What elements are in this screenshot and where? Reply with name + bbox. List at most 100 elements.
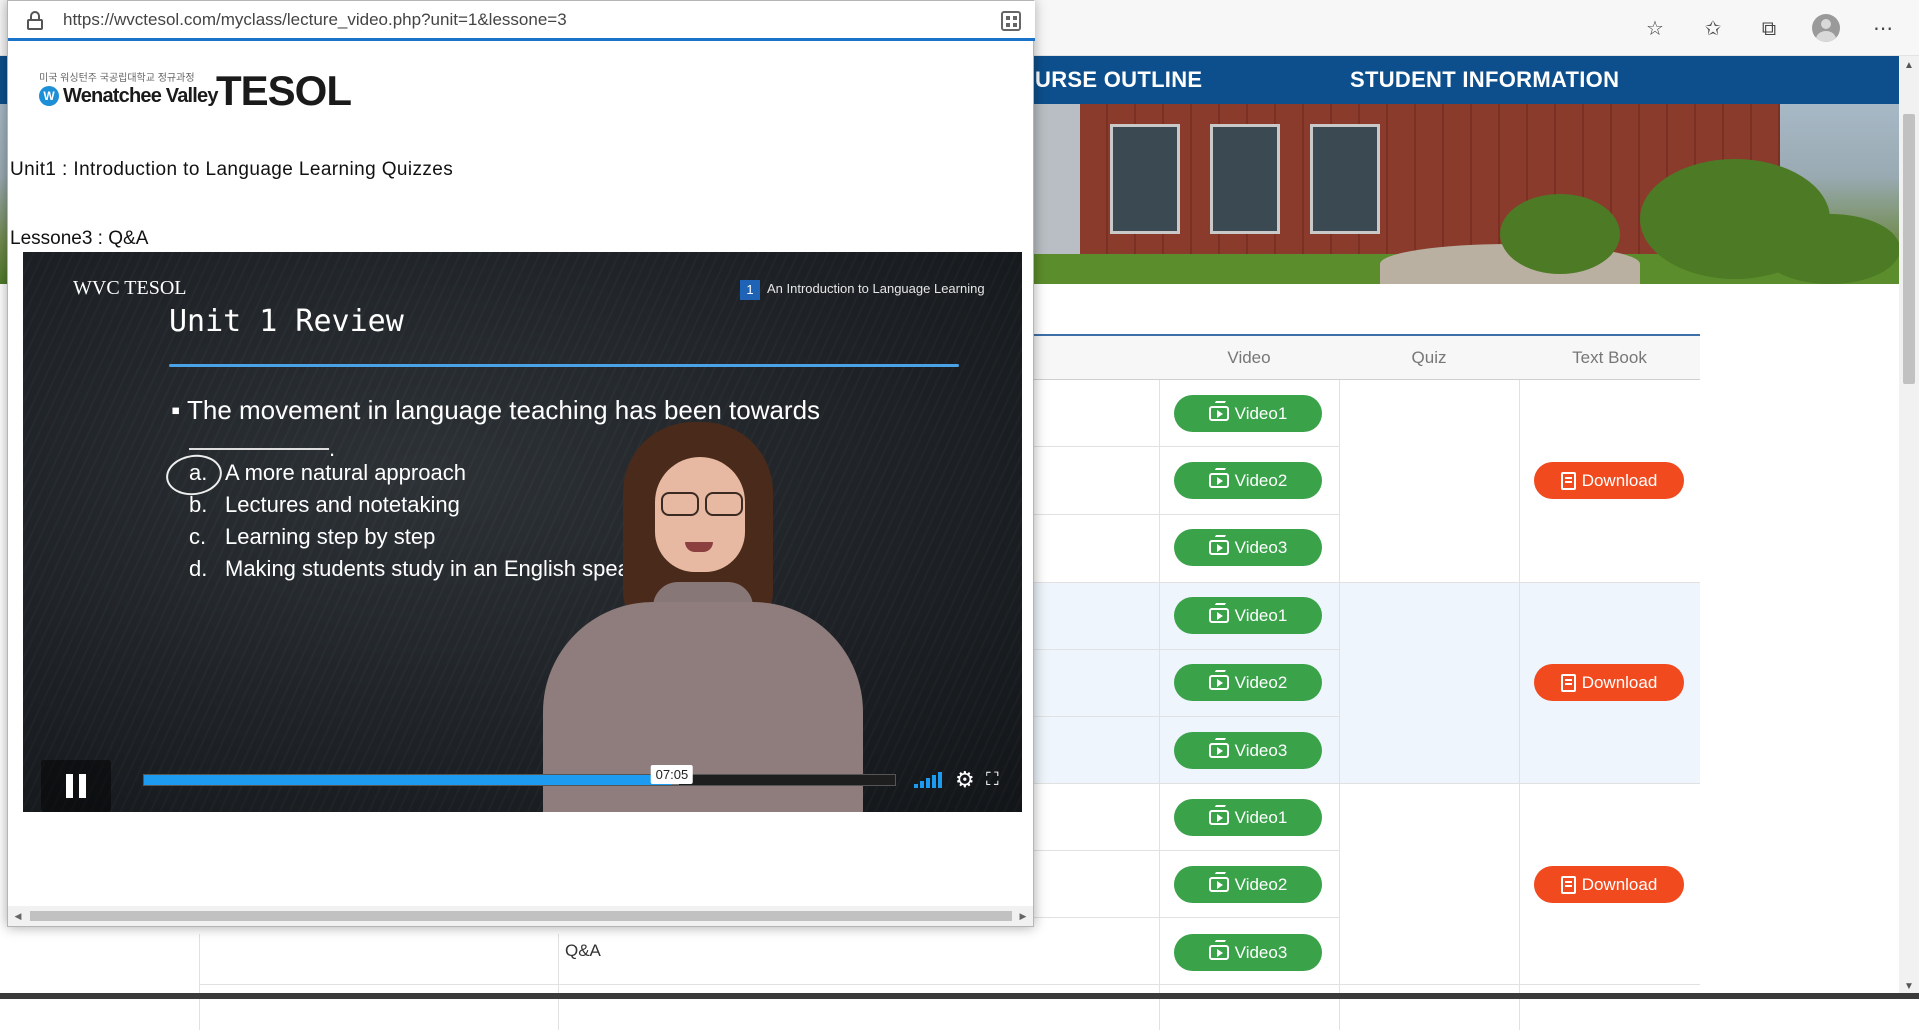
option-text: Lectures and notetaking bbox=[225, 492, 460, 517]
scroll-up-icon[interactable]: ▲ bbox=[1899, 56, 1919, 76]
favorites-icon[interactable]: ✩ bbox=[1698, 13, 1728, 43]
header-video: Video bbox=[1159, 336, 1339, 380]
option-letter: d. bbox=[189, 556, 208, 581]
header-quiz: Quiz bbox=[1339, 336, 1519, 380]
tv-play-icon bbox=[1208, 473, 1229, 488]
banner-bush bbox=[1500, 194, 1620, 274]
tv-play-icon bbox=[1208, 945, 1229, 960]
document-download-icon bbox=[1560, 471, 1576, 490]
lesson-qa-label: Q&A bbox=[565, 941, 601, 960]
scroll-left-icon[interactable]: ◀ bbox=[10, 906, 26, 926]
nav-course-outline[interactable]: URSE OUTLINE bbox=[1035, 56, 1202, 104]
site-logo[interactable]: 미국 워싱턴주 국공립대학교 정규과정 W Wenatchee Valley T… bbox=[36, 67, 356, 119]
slide-option: c. Learning step by step bbox=[189, 524, 435, 550]
video2-button[interactable]: Video2 bbox=[1174, 462, 1322, 499]
player-controls: 07:05 ⚙ ⛶ bbox=[33, 750, 1022, 812]
button-label: Video3 bbox=[1234, 537, 1288, 557]
logo-mark-icon: W bbox=[39, 86, 59, 106]
video1-button[interactable]: Video1 bbox=[1174, 597, 1322, 634]
button-label: Download bbox=[1581, 470, 1658, 490]
seek-bar[interactable]: 07:05 bbox=[143, 765, 896, 786]
popup-horizontal-scrollbar[interactable]: ◀ ▶ bbox=[8, 906, 1033, 926]
lecture-popup-window: https://wvctesol.com/myclass/lecture_vid… bbox=[7, 0, 1035, 927]
slide-logo: WVC TESOL bbox=[73, 277, 187, 299]
video2-button[interactable]: Video2 bbox=[1174, 664, 1322, 701]
slide-heading: Unit 1 Review bbox=[169, 304, 404, 339]
video1-button[interactable]: Video1 bbox=[1174, 395, 1322, 432]
settings-gear-icon[interactable]: ⚙ bbox=[955, 768, 975, 793]
button-label: Download bbox=[1581, 672, 1658, 692]
slide-chapter-title: An Introduction to Language Learning bbox=[767, 281, 985, 296]
lock-icon bbox=[27, 11, 43, 31]
banner-window bbox=[1210, 124, 1280, 234]
slide-divider bbox=[169, 364, 959, 367]
column-divider bbox=[1339, 380, 1340, 1030]
download-button[interactable]: Download bbox=[1534, 866, 1684, 903]
column-divider bbox=[1159, 380, 1160, 1030]
scrollbar-thumb[interactable] bbox=[30, 911, 1012, 921]
document-download-icon bbox=[1560, 875, 1576, 894]
download-button[interactable]: Download bbox=[1534, 462, 1684, 499]
column-divider bbox=[558, 934, 559, 1030]
button-label: Video1 bbox=[1234, 605, 1288, 625]
logo-college-name: Wenatchee Valley bbox=[63, 85, 219, 107]
banner-window bbox=[1110, 124, 1180, 234]
scrollbar-thumb[interactable] bbox=[1903, 114, 1915, 384]
unit-title: Unit1 : Introduction to Language Learnin… bbox=[10, 159, 454, 180]
logo-korean-subtitle: 미국 워싱턴주 국공립대학교 정규과정 bbox=[39, 73, 195, 84]
slide-unit-badge: 1 bbox=[740, 280, 760, 300]
option-letter: a. bbox=[189, 460, 208, 485]
video2-button[interactable]: Video2 bbox=[1174, 866, 1322, 903]
button-label: Download bbox=[1581, 874, 1658, 894]
video-frame: WVC TESOL 1 An Introduction to Language … bbox=[23, 252, 1022, 812]
tv-play-icon bbox=[1208, 608, 1229, 623]
fullscreen-icon[interactable]: ⛶ bbox=[986, 769, 999, 790]
video3-button[interactable]: Video3 bbox=[1174, 732, 1322, 769]
popup-url-text[interactable]: https://wvctesol.com/myclass/lecture_vid… bbox=[63, 10, 567, 30]
volume-icon[interactable] bbox=[914, 772, 946, 788]
document-download-icon bbox=[1560, 673, 1576, 692]
seek-time-tooltip: 07:05 bbox=[650, 765, 694, 784]
button-label: Video2 bbox=[1234, 470, 1288, 490]
video3-button[interactable]: Video3 bbox=[1174, 934, 1322, 971]
download-button[interactable]: Download bbox=[1534, 664, 1684, 701]
scroll-right-icon[interactable]: ▶ bbox=[1015, 906, 1031, 926]
button-label: Video3 bbox=[1234, 740, 1288, 760]
slide-option: b. Lectures and notetaking bbox=[189, 492, 460, 518]
more-icon[interactable]: ⋯ bbox=[1868, 13, 1898, 43]
column-divider bbox=[1519, 380, 1520, 1030]
button-label: Video3 bbox=[1234, 942, 1288, 962]
video1-button[interactable]: Video1 bbox=[1174, 799, 1322, 836]
button-label: Video2 bbox=[1234, 672, 1288, 692]
banner-window bbox=[1310, 124, 1380, 234]
tv-play-icon bbox=[1208, 675, 1229, 690]
popup-address-bar: https://wvctesol.com/myclass/lecture_vid… bbox=[8, 1, 1035, 41]
page-scrollbar[interactable]: ▲ ▼ bbox=[1899, 56, 1919, 999]
button-label: Video1 bbox=[1234, 403, 1288, 423]
logo-program-name: TESOL bbox=[216, 67, 352, 114]
nav-student-information[interactable]: STUDENT INFORMATION bbox=[1350, 56, 1619, 104]
profile-avatar[interactable] bbox=[1812, 14, 1840, 42]
collections-icon[interactable]: ⧉ bbox=[1754, 13, 1784, 43]
slide-blank-line bbox=[189, 448, 329, 450]
slide-option: a. A more natural approach bbox=[189, 460, 466, 486]
tv-play-icon bbox=[1208, 540, 1229, 555]
video-player[interactable]: WVC TESOL 1 An Introduction to Language … bbox=[23, 252, 1022, 812]
column-divider bbox=[199, 934, 200, 1030]
option-letter: b. bbox=[189, 492, 208, 517]
banner-bush bbox=[1760, 214, 1899, 284]
option-letter: c. bbox=[189, 524, 207, 549]
favorite-add-icon[interactable]: ☆ bbox=[1640, 13, 1670, 43]
pause-icon[interactable] bbox=[41, 760, 111, 812]
button-label: Video1 bbox=[1234, 807, 1288, 827]
tv-play-icon bbox=[1208, 877, 1229, 892]
tv-play-icon bbox=[1208, 743, 1229, 758]
lesson-title: Lessone3 : Q&A bbox=[10, 228, 149, 249]
taskbar-edge bbox=[0, 993, 1919, 999]
progress-fill bbox=[144, 775, 672, 785]
slide-blank-period: . bbox=[329, 436, 336, 461]
header-textbook: Text Book bbox=[1519, 336, 1700, 380]
tv-play-icon bbox=[1208, 406, 1229, 421]
app-icon[interactable] bbox=[1001, 11, 1021, 31]
video3-button[interactable]: Video3 bbox=[1174, 529, 1322, 566]
